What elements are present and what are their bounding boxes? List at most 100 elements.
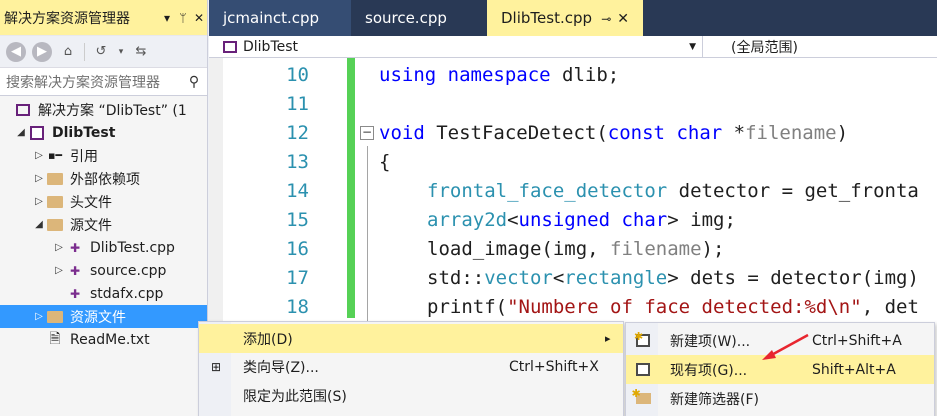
tree-node-label: ReadMe.txt bbox=[70, 331, 150, 348]
search-input[interactable]: 搜索解决方案资源管理器 bbox=[6, 72, 181, 92]
editor-tab-strip: jcmainct.cpp source.cpp DlibTest.cpp ⊸ ✕ bbox=[209, 0, 937, 36]
dropdown-icon[interactable]: ▾ bbox=[159, 11, 175, 25]
pin-icon[interactable]: ⊸ bbox=[601, 12, 611, 26]
tree-node[interactable]: ✚ stdafx.cpp bbox=[0, 282, 207, 305]
code-text: printf("Numbere of face detected:%d\n", … bbox=[427, 295, 919, 318]
menu-item-class-wizard[interactable]: ⊞ 类向导(Z)... Ctrl+Shift+X bbox=[199, 352, 623, 381]
solution-explorer-search[interactable]: 搜索解决方案资源管理器 ⚲ bbox=[0, 68, 207, 96]
line-number: 17 bbox=[286, 266, 309, 289]
tree-node-label: 源文件 bbox=[70, 217, 112, 234]
tree-node-label: 解决方案 “DlibTest” (1 bbox=[38, 102, 187, 119]
new-filter-icon: ✱ bbox=[632, 387, 652, 408]
navigation-bar: DlibTest ▼ (全局范围) bbox=[209, 36, 937, 58]
line-number: 14 bbox=[286, 179, 309, 202]
history-icon[interactable]: ↺ bbox=[91, 42, 111, 62]
menu-item-shortcut: Ctrl+Shift+X bbox=[509, 358, 599, 375]
menu-item-shortcut: Ctrl+Shift+A bbox=[812, 332, 902, 349]
back-icon[interactable]: ◀ bbox=[6, 41, 26, 62]
tree-node-label: 头文件 bbox=[70, 194, 112, 211]
home-icon[interactable]: ⌂ bbox=[58, 42, 78, 62]
close-icon[interactable]: ✕ bbox=[191, 11, 207, 25]
collapse-arrow-icon[interactable]: ◢ bbox=[32, 219, 46, 230]
project-name: DlibTest bbox=[243, 38, 299, 55]
tab-dlibtest[interactable]: DlibTest.cpp ⊸ ✕ bbox=[487, 0, 643, 36]
code-text: frontal_face_detector detector = get_fro… bbox=[427, 179, 919, 202]
tab-source[interactable]: source.cpp bbox=[351, 0, 487, 36]
tab-strip-filler bbox=[643, 0, 937, 36]
menu-item-label: 类向导(Z)... bbox=[243, 359, 319, 376]
menu-item-label: 现有项(G)... bbox=[670, 362, 748, 379]
tree-node-label: 资源文件 bbox=[70, 309, 126, 326]
scope-label: (全局范围) bbox=[731, 39, 798, 56]
tree-node[interactable]: 解决方案 “DlibTest” (1 bbox=[0, 98, 207, 121]
tree-node[interactable]: ▷ ✚ source.cpp bbox=[0, 259, 207, 282]
expand-arrow-icon[interactable]: ▷ bbox=[52, 242, 66, 253]
change-indicator-bar bbox=[347, 58, 355, 318]
references-icon: ▪━ bbox=[47, 149, 63, 162]
tree-node[interactable]: ▷ 头文件 bbox=[0, 190, 207, 213]
existing-item-icon bbox=[634, 361, 652, 379]
menu-item-label: 限定为此范围(S) bbox=[243, 388, 347, 405]
pin-icon[interactable]: ᛘ bbox=[175, 11, 191, 25]
line-number: 16 bbox=[286, 237, 309, 260]
chevron-down-icon[interactable]: ▾ bbox=[117, 42, 125, 62]
new-item-icon: ✱ bbox=[634, 330, 652, 350]
search-icon[interactable]: ⚲ bbox=[181, 74, 207, 90]
folder-icon bbox=[46, 171, 64, 187]
tree-node[interactable]: 🗎 ReadMe.txt bbox=[0, 328, 207, 351]
line-number: 18 bbox=[286, 295, 309, 318]
code-text: load_image(img, filename); bbox=[427, 237, 725, 260]
tree-node[interactable]: ▷ ✚ DlibTest.cpp bbox=[0, 236, 207, 259]
text-file-icon: 🗎 bbox=[49, 330, 61, 347]
tree-node-label: stdafx.cpp bbox=[90, 285, 164, 302]
code-text: array2d<unsigned char> img; bbox=[427, 208, 736, 231]
tab-jcmainct[interactable]: jcmainct.cpp bbox=[209, 0, 351, 36]
solution-explorer-panel: 解决方案资源管理器 ▾ ᛘ ✕ ◀ ▶ ⌂ ↺ ▾ ⇆ 搜索解决方案资源管理器 … bbox=[0, 0, 208, 416]
menu-item-label: 新建筛选器(F) bbox=[670, 391, 759, 408]
scope-dropdown[interactable]: (全局范围) bbox=[703, 36, 937, 57]
tree-node[interactable]: ◢ DlibTest bbox=[0, 121, 207, 144]
menu-item-shortcut: Shift+Alt+A bbox=[812, 361, 896, 378]
solution-explorer-toolbar: ◀ ▶ ⌂ ↺ ▾ ⇆ bbox=[0, 36, 207, 68]
tree-node[interactable]: ▷ ▪━ 引用 bbox=[0, 144, 207, 167]
project-icon bbox=[223, 40, 237, 53]
menu-item-add[interactable]: 添加(D) ▸ bbox=[199, 324, 623, 353]
tree-node-label: DlibTest bbox=[52, 124, 116, 141]
expand-arrow-icon[interactable]: ▷ bbox=[32, 173, 46, 184]
solution-explorer-title-bar: 解决方案资源管理器 ▾ ᛘ ✕ bbox=[0, 0, 207, 36]
collapse-icon[interactable]: − bbox=[360, 126, 374, 140]
annotation-arrow-icon bbox=[762, 333, 809, 360]
expand-arrow-icon[interactable]: ▷ bbox=[32, 150, 46, 161]
tree-node-label: DlibTest.cpp bbox=[90, 239, 175, 256]
solution-icon bbox=[14, 102, 32, 118]
class-wizard-icon: ⊞ bbox=[210, 359, 222, 374]
context-menu: 添加(D) ▸ ⊞ 类向导(Z)... Ctrl+Shift+X 限定为此范围(… bbox=[198, 321, 624, 416]
expand-arrow-icon[interactable]: ▷ bbox=[52, 265, 66, 276]
collapse-arrow-icon[interactable]: ◢ bbox=[14, 127, 28, 138]
forward-icon[interactable]: ▶ bbox=[32, 41, 52, 62]
tree-node[interactable]: ▷ 外部依赖项 bbox=[0, 167, 207, 190]
project-dropdown[interactable]: DlibTest ▼ bbox=[209, 36, 703, 57]
folder-icon bbox=[46, 309, 64, 325]
expand-arrow-icon[interactable]: ▷ bbox=[32, 311, 46, 322]
menu-item-label: 新建项(W)... bbox=[670, 333, 751, 350]
project-icon bbox=[28, 125, 46, 141]
menu-item-new-filter[interactable]: ✱ 新建筛选器(F) bbox=[626, 384, 934, 413]
tree-node[interactable]: ◢ 源文件 bbox=[0, 213, 207, 236]
close-tab-icon[interactable]: ✕ bbox=[617, 11, 629, 27]
tree-node-label: source.cpp bbox=[90, 262, 167, 279]
line-number: 11 bbox=[286, 92, 309, 115]
menu-item-label: 添加(D) bbox=[243, 331, 293, 348]
cpp-file-icon: ✚ bbox=[69, 263, 81, 278]
tree-node-label: 外部依赖项 bbox=[70, 171, 140, 188]
line-number: 10 bbox=[286, 63, 309, 86]
chevron-down-icon: ▼ bbox=[689, 41, 696, 52]
menu-item-scope-to-this[interactable]: 限定为此范围(S) bbox=[199, 381, 623, 410]
line-number: 12 bbox=[286, 121, 309, 144]
tree-node[interactable]: ▷ 资源文件 bbox=[0, 305, 207, 328]
sync-icon[interactable]: ⇆ bbox=[131, 42, 151, 62]
code-text: void TestFaceDetect(const char *filename… bbox=[379, 121, 849, 144]
code-text: using namespace dlib; bbox=[379, 63, 620, 86]
expand-arrow-icon[interactable]: ▷ bbox=[32, 196, 46, 207]
folder-icon bbox=[46, 194, 64, 210]
